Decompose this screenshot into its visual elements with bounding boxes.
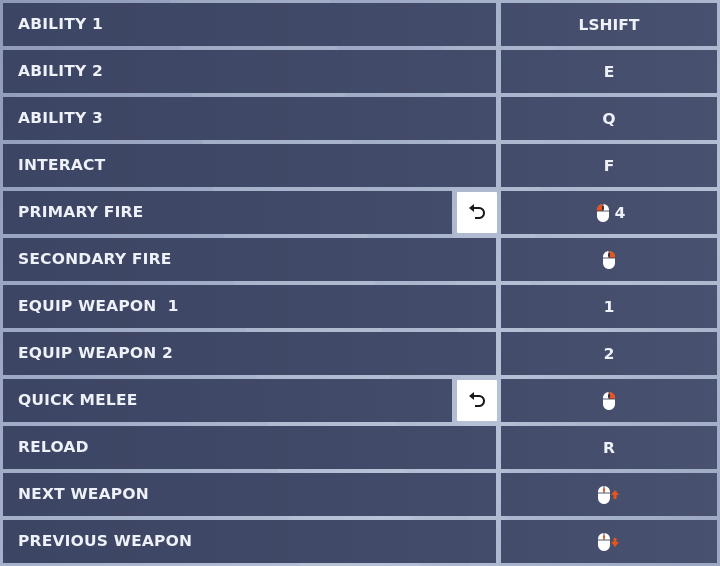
key-label: Q <box>602 109 616 128</box>
action-label-cell[interactable]: NEXT WEAPON <box>3 473 496 516</box>
key-binding-button[interactable]: F <box>501 144 717 187</box>
key-binding-button[interactable] <box>501 473 717 516</box>
action-label: ABILITY 3 <box>18 109 103 127</box>
mouse-wheel-up-icon <box>598 485 619 504</box>
action-label: EQUIP WEAPON 1 <box>18 297 179 315</box>
binding-row-interact: INTERACT F <box>3 144 717 187</box>
action-label-cell[interactable]: ABILITY 2 <box>3 50 496 93</box>
key-label: 2 <box>603 344 615 363</box>
action-label-cell[interactable]: ABILITY 1 <box>3 3 496 46</box>
key-label: LSHIFT <box>578 15 640 34</box>
action-label-cell[interactable]: EQUIP WEAPON 1 <box>3 285 496 328</box>
action-label: EQUIP WEAPON 2 <box>18 344 174 362</box>
action-label-cell[interactable]: SECONDARY FIRE <box>3 238 496 281</box>
binding-row-previous-weapon: PREVIOUS WEAPON <box>3 520 717 563</box>
binding-row-ability-3: ABILITY 3 Q <box>3 97 717 140</box>
key-binding-button[interactable]: R <box>501 426 717 469</box>
binding-row-equip-weapon-1: EQUIP WEAPON 1 1 <box>3 285 717 328</box>
key-binding-button[interactable] <box>501 520 717 563</box>
key-binding-button[interactable] <box>501 379 717 422</box>
action-label-cell[interactable]: INTERACT <box>3 144 496 187</box>
mouse-left-button-icon <box>596 203 609 222</box>
binding-row-ability-2: ABILITY 2 E <box>3 50 717 93</box>
action-label: SECONDARY FIRE <box>18 250 172 268</box>
binding-row-secondary-fire: SECONDARY FIRE <box>3 238 717 281</box>
key-binding-button[interactable]: E <box>501 50 717 93</box>
undo-arrow-icon <box>469 391 485 407</box>
action-label: QUICK MELEE <box>18 391 138 409</box>
binding-row-quick-melee: QUICK MELEE <box>3 379 717 422</box>
binding-row-equip-weapon-2: EQUIP WEAPON 2 2 <box>3 332 717 375</box>
key-label: 4 <box>614 203 626 222</box>
binding-row-next-weapon: NEXT WEAPON <box>3 473 717 516</box>
mouse-wheel-down-icon <box>598 532 619 551</box>
reset-binding-button[interactable] <box>457 380 497 421</box>
action-label: RELOAD <box>18 438 89 456</box>
key-label: R <box>603 438 615 457</box>
key-binding-button[interactable]: 2 <box>501 332 717 375</box>
key-binding-button[interactable]: 1 <box>501 285 717 328</box>
undo-arrow-icon <box>469 203 485 219</box>
key-binding-button[interactable] <box>501 238 717 281</box>
binding-row-ability-1: ABILITY 1 LSHIFT <box>3 3 717 46</box>
action-label: PREVIOUS WEAPON <box>18 532 193 550</box>
key-binding-button[interactable]: 4 <box>501 191 717 234</box>
action-label: ABILITY 1 <box>18 15 103 33</box>
binding-row-reload: RELOAD R <box>3 426 717 469</box>
reset-binding-button[interactable] <box>457 192 497 233</box>
action-label: NEXT WEAPON <box>18 485 149 503</box>
mouse-right-button-icon <box>603 250 615 269</box>
action-label-cell[interactable]: QUICK MELEE <box>3 379 452 422</box>
action-label-cell[interactable]: PRIMARY FIRE <box>3 191 452 234</box>
action-label: PRIMARY FIRE <box>18 203 144 221</box>
action-label: ABILITY 2 <box>18 62 103 80</box>
key-label: E <box>603 62 615 81</box>
binding-row-primary-fire: PRIMARY FIRE 4 <box>3 191 717 234</box>
mouse-right-button-icon <box>603 391 615 410</box>
key-label: F <box>603 156 615 175</box>
action-label-cell[interactable]: ABILITY 3 <box>3 97 496 140</box>
action-label: INTERACT <box>18 156 106 174</box>
action-label-cell[interactable]: RELOAD <box>3 426 496 469</box>
key-binding-button[interactable]: Q <box>501 97 717 140</box>
action-label-cell[interactable]: EQUIP WEAPON 2 <box>3 332 496 375</box>
key-label: 1 <box>603 297 615 316</box>
action-label-cell[interactable]: PREVIOUS WEAPON <box>3 520 496 563</box>
key-binding-button[interactable]: LSHIFT <box>501 3 717 46</box>
